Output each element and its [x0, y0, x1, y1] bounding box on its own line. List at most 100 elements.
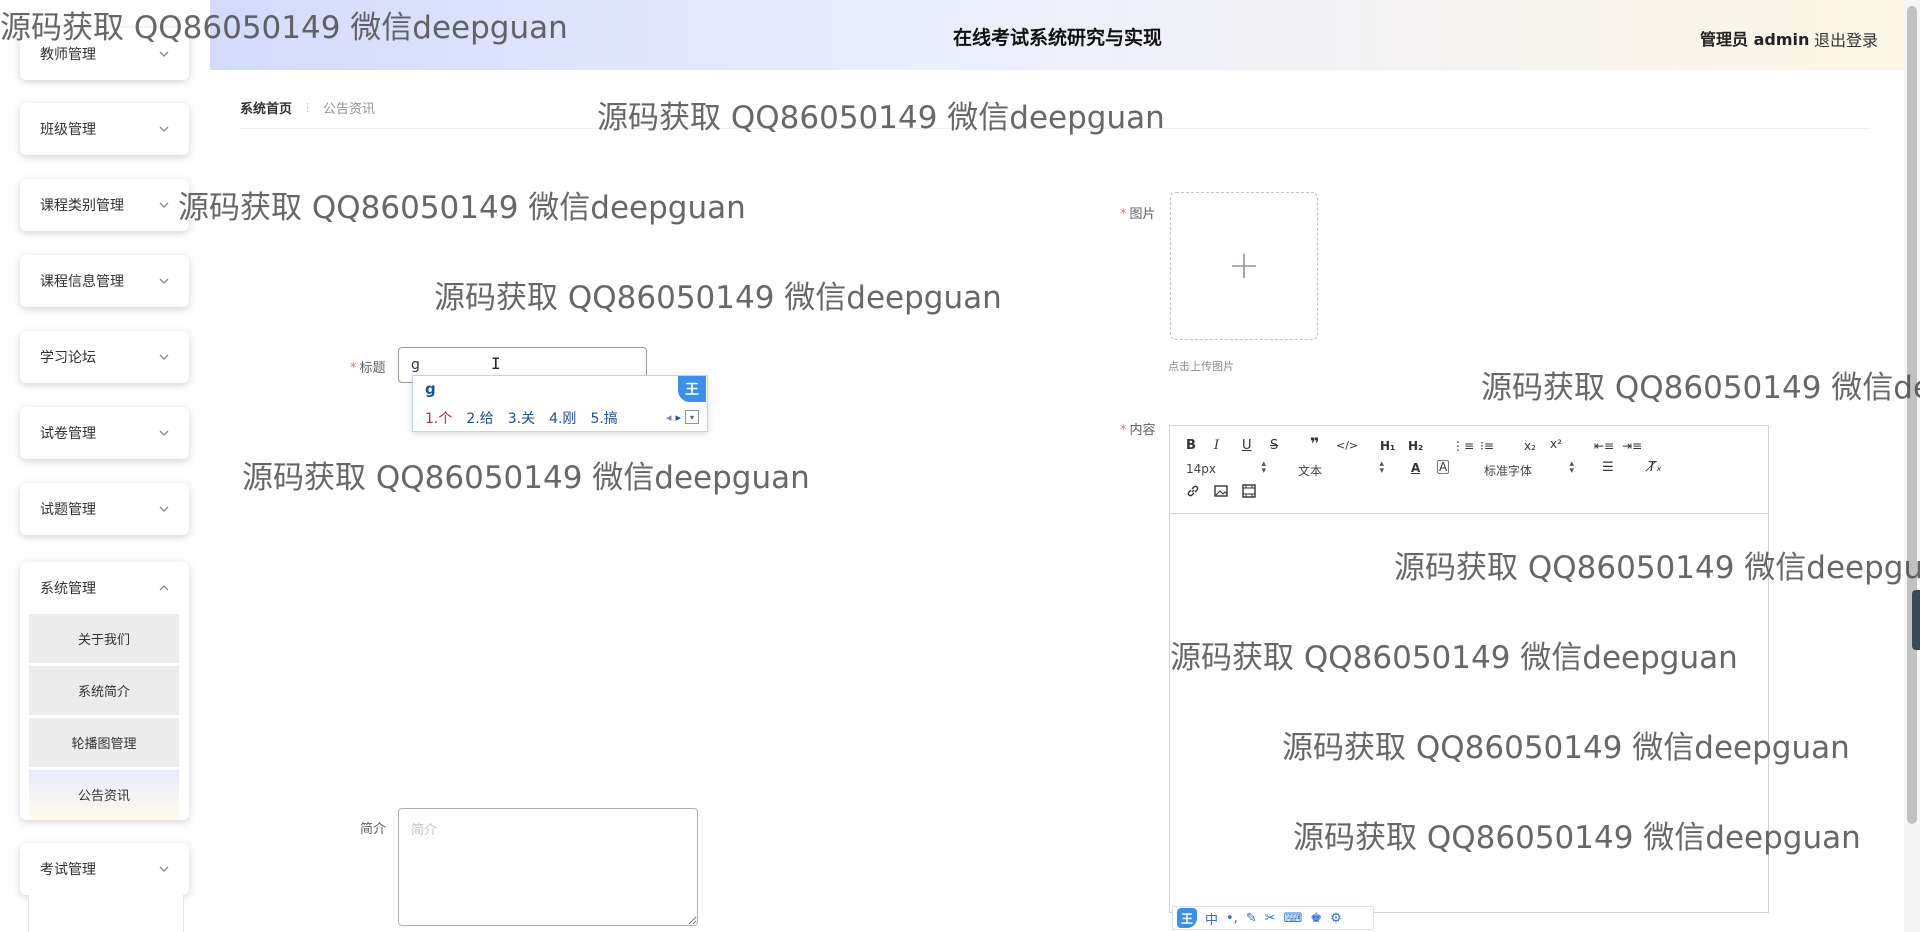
- chevron-down-icon: [159, 51, 169, 57]
- video-icon[interactable]: [1242, 484, 1256, 503]
- keyboard-icon[interactable]: ⌨: [1284, 911, 1303, 926]
- sidebar-item-label: 试卷管理: [40, 426, 96, 442]
- title-label: * 标题: [350, 361, 386, 376]
- ime-candidate[interactable]: 5.搞: [590, 408, 617, 428]
- editor-body[interactable]: [1170, 514, 1768, 912]
- skin-icon[interactable]: ♚: [1310, 911, 1322, 926]
- sidebar: 教师管理 班级管理 课程类别管理 课程信息管理 学习论坛 试卷管理 试题管理 系…: [0, 0, 210, 932]
- text-cursor-icon: I: [491, 354, 501, 373]
- sidebar-subitem-carousel[interactable]: 轮播图管理: [29, 718, 179, 768]
- sidebar-item-question[interactable]: 试题管理: [20, 483, 189, 535]
- sidebar-item-course-info[interactable]: 课程信息管理: [20, 255, 189, 307]
- font-size-select[interactable]: 14px ▴ ▾: [1186, 459, 1266, 477]
- prev-page-icon[interactable]: ◂: [666, 411, 672, 424]
- pen-icon[interactable]: ✎: [1246, 911, 1257, 926]
- bold-icon[interactable]: B: [1186, 438, 1196, 454]
- watermark: 源码获取 QQ86050149 微信deepguan: [178, 190, 746, 226]
- current-user: 管理员 admin: [1700, 30, 1810, 49]
- superscript-icon[interactable]: x²: [1550, 436, 1562, 452]
- settings-icon[interactable]: ⚙: [1330, 911, 1342, 926]
- sidebar-item-label: 系统管理: [40, 581, 96, 597]
- chevron-down-icon: [159, 430, 169, 436]
- watermark: 源码获取 QQ86050149 微信deepguan: [434, 280, 1002, 316]
- strike-icon[interactable]: S: [1270, 438, 1278, 454]
- italic-icon[interactable]: I: [1214, 438, 1219, 454]
- breadcrumb-home[interactable]: 系统首页: [240, 98, 292, 117]
- ime-candidate-popup: g 王 1.个 2.给 3.关 4.刚 5.搞 ◂ ▸ ▾: [412, 375, 708, 432]
- plus-icon: [1232, 254, 1256, 278]
- scrollbar-thumb[interactable]: [1907, 6, 1917, 824]
- sidebar-item-exam[interactable]: 考试管理: [20, 843, 189, 895]
- ime-status-bar: 王 中 •, ✎ ✂ ⌨ ♚ ⚙: [1172, 906, 1374, 930]
- sidebar-item-paper[interactable]: 试卷管理: [20, 407, 189, 459]
- ime-candidate[interactable]: 3.关: [508, 408, 535, 428]
- required-mark: *: [1120, 423, 1127, 438]
- font-color-icon[interactable]: A: [1411, 460, 1420, 476]
- side-handle[interactable]: [1912, 590, 1920, 650]
- chevron-down-icon: [159, 506, 169, 512]
- ime-candidate[interactable]: 1.个: [425, 408, 452, 428]
- ime-composition: g: [425, 380, 436, 398]
- image-upload[interactable]: [1170, 192, 1318, 340]
- chevron-down-icon: [159, 866, 169, 872]
- expand-icon[interactable]: ▾: [685, 410, 699, 424]
- heading2-icon[interactable]: H₂: [1408, 438, 1423, 454]
- bullet-list-icon[interactable]: ⁝≡: [1480, 438, 1494, 454]
- ime-page-nav: ◂ ▸ ▾: [666, 410, 699, 424]
- font-family-select[interactable]: 标准字体 ▴ ▾: [1484, 459, 1574, 479]
- site-title: 在线考试系统研究与实现: [953, 27, 1163, 49]
- sidebar-item-system[interactable]: 系统管理: [20, 562, 189, 614]
- ime-candidate[interactable]: 4.刚: [549, 408, 576, 428]
- watermark: 源码获取 QQ86050149 微信deepguan: [242, 460, 810, 496]
- upload-hint: 点击上传图片: [1168, 360, 1234, 373]
- sidebar-item-class[interactable]: 班级管理: [20, 103, 189, 155]
- required-mark: *: [350, 361, 357, 376]
- sidebar-item-course-category[interactable]: 课程类别管理: [20, 179, 189, 231]
- rich-text-editor: B I U S ❞ </> H₁ H₂ ⋮≡ ⁝≡ x₂ x² ⇤≡ ⇥≡ 14…: [1169, 425, 1769, 913]
- image-label: * 图片: [1120, 207, 1156, 222]
- code-icon[interactable]: </>: [1336, 438, 1358, 454]
- breadcrumb-separator: ⋮: [302, 101, 314, 114]
- chevron-up-icon: [159, 585, 169, 591]
- sidebar-item-label: 试题管理: [40, 502, 96, 518]
- heading1-icon[interactable]: H₁: [1380, 438, 1395, 454]
- underline-icon[interactable]: U: [1242, 438, 1252, 454]
- chevron-down-icon: [159, 126, 169, 132]
- chevron-down-icon: [159, 202, 169, 208]
- image-icon[interactable]: [1214, 484, 1228, 503]
- ordered-list-icon[interactable]: ⋮≡: [1452, 438, 1474, 454]
- content-label: * 内容: [1120, 423, 1156, 438]
- punctuation-icon[interactable]: •,: [1226, 911, 1238, 926]
- subscript-icon[interactable]: x₂: [1524, 438, 1536, 454]
- ime-candidates: 1.个 2.给 3.关 4.刚 5.搞: [425, 408, 618, 428]
- sidebar-item-label: 教师管理: [40, 47, 96, 63]
- scissors-icon[interactable]: ✂: [1265, 911, 1276, 926]
- select-arrow-icon: ▴ ▾: [1261, 459, 1266, 476]
- sidebar-subitem-about[interactable]: 关于我们: [29, 614, 179, 664]
- sidebar-subitem-notice[interactable]: 公告资讯: [29, 770, 179, 820]
- sidebar-item-label: 课程信息管理: [40, 274, 124, 290]
- link-icon[interactable]: [1186, 484, 1200, 503]
- indent-icon[interactable]: ⇥≡: [1622, 438, 1642, 454]
- align-icon[interactable]: ☰: [1602, 460, 1614, 476]
- ime-candidate[interactable]: 2.给: [466, 408, 493, 428]
- sidebar-bottom: [28, 895, 184, 932]
- sidebar-item-forum[interactable]: 学习论坛: [20, 331, 189, 383]
- sidebar-item-teacher[interactable]: 教师管理: [20, 28, 189, 80]
- logout-button[interactable]: 退出登录: [1814, 27, 1878, 51]
- select-arrow-icon: ▴ ▾: [1569, 459, 1574, 476]
- next-page-icon[interactable]: ▸: [675, 411, 681, 424]
- sidebar-item-label: 学习论坛: [40, 350, 96, 366]
- background-color-icon[interactable]: A: [1437, 460, 1450, 474]
- breadcrumb: 系统首页 ⋮ 公告资讯: [240, 98, 375, 117]
- sidebar-item-label: 考试管理: [40, 862, 96, 878]
- clear-format-icon[interactable]: T̸ₓ: [1648, 460, 1662, 476]
- intro-textarea[interactable]: [398, 808, 698, 926]
- sidebar-subitem-intro[interactable]: 系统简介: [29, 666, 179, 716]
- block-type-select[interactable]: 文本 ▴ ▾: [1298, 460, 1384, 479]
- blockquote-icon[interactable]: ❞: [1310, 436, 1319, 452]
- ime-logo-icon[interactable]: 王: [1177, 908, 1197, 928]
- sidebar-group-system: 系统管理 关于我们 系统简介 轮播图管理 公告资讯: [20, 562, 189, 820]
- outdent-icon[interactable]: ⇤≡: [1594, 438, 1614, 454]
- ime-mode[interactable]: 中: [1205, 909, 1218, 928]
